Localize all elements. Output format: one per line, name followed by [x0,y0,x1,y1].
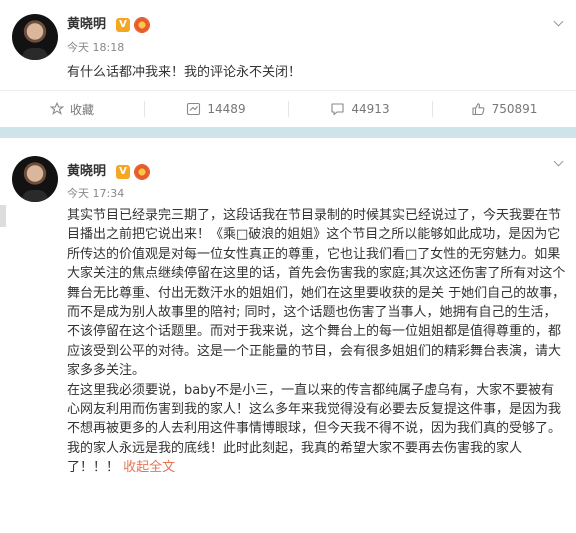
feed-divider [0,127,576,138]
repost-button[interactable]: 14489 [144,91,288,127]
vip-badge-icon: V [116,165,130,179]
fan-badge-icon [134,164,150,180]
like-button[interactable]: 750891 [432,91,576,127]
comment-count: 44913 [351,102,390,116]
weibo-post-1: 黄晓明 V 今天 18:18 有什么话都冲我来！我的评论永不关闭！ [0,0,576,90]
fan-badge-icon [134,17,150,33]
post-paragraph-2: 在这里我必须要说，baby不是小三，一直以来的传言都纯属子虚乌有，大家不要被有心… [67,381,567,478]
author-name[interactable]: 黄晓明 [67,17,106,33]
vip-badge-icon: V [116,18,130,32]
repost-icon [186,102,201,116]
star-icon [49,102,64,116]
favorite-button[interactable]: 收藏 [0,91,144,127]
chevron-down-icon[interactable] [553,156,564,167]
repost-count: 14489 [207,102,246,116]
post-text: 有什么话都冲我来！我的评论永不关闭！ [67,65,302,80]
post-time[interactable]: 今天 18:18 [67,41,124,55]
author-name[interactable]: 黄晓明 [67,164,106,180]
collapse-text-link[interactable]: 收起全文 [123,460,175,475]
like-count: 750891 [491,102,538,116]
like-icon [471,102,486,116]
comment-button[interactable]: 44913 [288,91,432,127]
comment-icon [330,102,345,116]
post-time[interactable]: 今天 17:34 [67,187,124,201]
avatar[interactable] [12,14,58,60]
post-paragraph-1: 其实节目已经录完三期了，这段话我在节目录制的时候其实已经说过了，今天我要在节目播… [67,208,566,379]
text-cursor-marker [0,205,6,227]
favorite-label: 收藏 [69,102,94,117]
avatar[interactable] [12,156,58,202]
post-body: 其实节目已经录完三期了，这段话我在节目录制的时候其实已经说过了，今天我要在节目播… [67,206,567,478]
post-action-bar: 收藏 14489 44913 750891 [0,90,576,128]
chevron-down-icon[interactable] [553,16,564,27]
